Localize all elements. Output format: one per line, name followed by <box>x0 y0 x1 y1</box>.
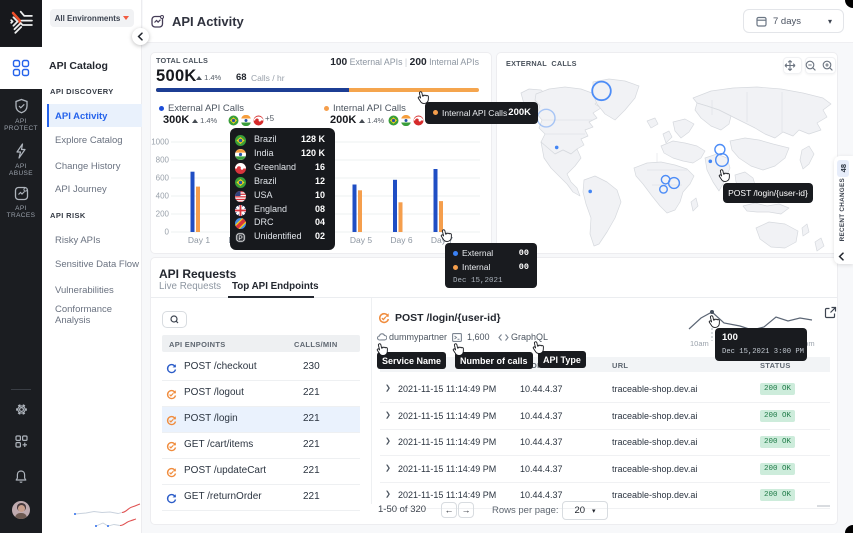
svg-text:P: P <box>238 235 242 242</box>
svg-text:0: 0 <box>165 228 170 237</box>
svg-text:600: 600 <box>156 174 170 183</box>
svg-text:1000: 1000 <box>151 138 169 147</box>
svg-text:800: 800 <box>156 156 170 165</box>
svg-text:200: 200 <box>156 210 170 219</box>
svg-text:Day 5: Day 5 <box>350 235 372 245</box>
svg-text:Day 1: Day 1 <box>188 235 210 245</box>
svg-text:Day 6: Day 6 <box>390 235 412 245</box>
svg-text:400: 400 <box>156 192 170 201</box>
